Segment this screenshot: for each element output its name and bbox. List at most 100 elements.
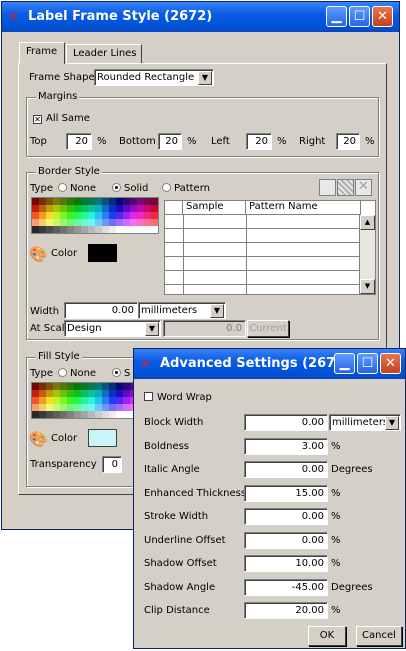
palette-swatch[interactable]	[102, 219, 109, 226]
setting-value-input[interactable]: 20.00	[244, 602, 328, 619]
palette-swatch[interactable]	[74, 219, 81, 226]
palette-swatch[interactable]	[102, 404, 109, 411]
palette-swatch[interactable]	[60, 226, 67, 233]
palette-swatch[interactable]	[151, 219, 158, 226]
palette-swatch[interactable]	[39, 212, 46, 219]
palette-swatch[interactable]	[95, 411, 102, 418]
palette-swatch[interactable]	[123, 383, 130, 390]
ok-button[interactable]: OK	[308, 626, 346, 646]
palette-swatch[interactable]	[123, 411, 130, 418]
palette-swatch[interactable]	[95, 219, 102, 226]
palette-swatch[interactable]	[123, 212, 130, 219]
word-wrap-checkbox[interactable]: Word Wrap	[144, 392, 212, 403]
margin-bottom-input[interactable]: 20	[158, 133, 182, 150]
palette-swatch[interactable]	[53, 383, 60, 390]
cancel-button[interactable]: Cancel	[356, 626, 402, 646]
margin-top-input[interactable]: 20	[66, 133, 92, 150]
palette-swatch[interactable]	[39, 219, 46, 226]
palette-swatch[interactable]	[130, 212, 137, 219]
palette-swatch[interactable]	[46, 411, 53, 418]
palette-swatch[interactable]	[39, 404, 46, 411]
close-button[interactable]: ✕	[380, 353, 401, 374]
frame-shape-select[interactable]: Rounded Rectangle ▼	[94, 69, 214, 86]
palette-swatch[interactable]	[67, 219, 74, 226]
border-width-input[interactable]: 0.00	[64, 302, 138, 319]
setting-value-input[interactable]: -45.00	[244, 578, 328, 596]
chevron-down-icon[interactable]: ▼	[145, 322, 159, 336]
palette-swatch[interactable]	[88, 397, 95, 404]
palette-swatch[interactable]	[53, 226, 60, 233]
palette-swatch[interactable]	[88, 404, 95, 411]
palette-swatch[interactable]	[67, 404, 74, 411]
close-button[interactable]: ✕	[372, 6, 393, 27]
palette-swatch[interactable]	[46, 226, 53, 233]
palette-swatch[interactable]	[60, 198, 67, 205]
palette-swatch[interactable]	[151, 226, 158, 233]
palette-swatch[interactable]	[116, 390, 123, 397]
palette-swatch[interactable]	[53, 198, 60, 205]
table-row[interactable]	[165, 229, 359, 243]
palette-swatch[interactable]	[81, 397, 88, 404]
palette-swatch[interactable]	[39, 397, 46, 404]
palette-swatch[interactable]	[88, 219, 95, 226]
palette-swatch[interactable]	[116, 205, 123, 212]
all-same-checkbox[interactable]: ✕ All Same	[33, 113, 90, 124]
palette-swatch[interactable]	[53, 390, 60, 397]
palette-swatch[interactable]	[81, 219, 88, 226]
palette-swatch[interactable]	[130, 219, 137, 226]
palette-swatch[interactable]	[46, 212, 53, 219]
palette-swatch[interactable]	[74, 390, 81, 397]
palette-swatch[interactable]	[39, 411, 46, 418]
fill-color-swatch[interactable]	[88, 429, 117, 447]
palette-swatch[interactable]	[53, 411, 60, 418]
border-type-none-radio[interactable]: None	[58, 183, 96, 194]
palette-swatch[interactable]	[123, 205, 130, 212]
palette-swatch[interactable]	[116, 219, 123, 226]
pattern-edit-icon[interactable]	[337, 179, 354, 196]
palette-swatch[interactable]	[53, 212, 60, 219]
palette-swatch[interactable]	[109, 226, 116, 233]
palette-swatch[interactable]	[95, 205, 102, 212]
palette-swatch[interactable]	[60, 383, 67, 390]
palette-swatch[interactable]	[81, 390, 88, 397]
palette-swatch[interactable]	[60, 404, 67, 411]
palette-swatch[interactable]	[116, 198, 123, 205]
palette-swatch[interactable]	[60, 390, 67, 397]
transparency-input[interactable]: 0	[102, 456, 122, 473]
palette-swatch[interactable]	[81, 383, 88, 390]
palette-swatch[interactable]	[109, 198, 116, 205]
palette-swatch[interactable]	[32, 404, 39, 411]
palette-swatch[interactable]	[88, 390, 95, 397]
palette-swatch[interactable]	[137, 226, 144, 233]
palette-swatch[interactable]	[95, 383, 102, 390]
palette-swatch[interactable]	[109, 397, 116, 404]
frame-window-titlebar[interactable]: ✕ Label Frame Style (2672) ▁ ☐ ✕	[2, 2, 399, 32]
palette-swatch[interactable]	[39, 205, 46, 212]
palette-swatch[interactable]	[95, 198, 102, 205]
palette-swatch[interactable]	[39, 226, 46, 233]
maximize-button[interactable]: ☐	[349, 6, 370, 27]
palette-swatch[interactable]	[102, 411, 109, 418]
palette-swatch[interactable]	[74, 198, 81, 205]
palette-swatch[interactable]	[137, 219, 144, 226]
palette-swatch[interactable]	[81, 226, 88, 233]
palette-swatch[interactable]	[32, 198, 39, 205]
palette-swatch[interactable]	[95, 397, 102, 404]
palette-swatch[interactable]	[130, 226, 137, 233]
palette-swatch[interactable]	[123, 226, 130, 233]
fill-type-solid-radio[interactable]: S	[112, 368, 130, 379]
palette-swatch[interactable]	[102, 397, 109, 404]
palette-swatch[interactable]	[137, 205, 144, 212]
pattern-delete-icon[interactable]: ✕	[355, 179, 372, 196]
table-row[interactable]	[165, 215, 359, 229]
palette-swatch[interactable]	[116, 226, 123, 233]
border-width-unit-select[interactable]: millimeters ▼	[138, 302, 226, 319]
pattern-table-header-name[interactable]: Pattern Name	[246, 201, 361, 215]
palette-swatch[interactable]	[88, 198, 95, 205]
palette-swatch[interactable]	[137, 212, 144, 219]
palette-swatch[interactable]	[109, 411, 116, 418]
border-color-palette[interactable]	[31, 197, 159, 234]
palette-swatch[interactable]	[95, 390, 102, 397]
palette-swatch[interactable]	[74, 404, 81, 411]
palette-swatch[interactable]	[67, 198, 74, 205]
